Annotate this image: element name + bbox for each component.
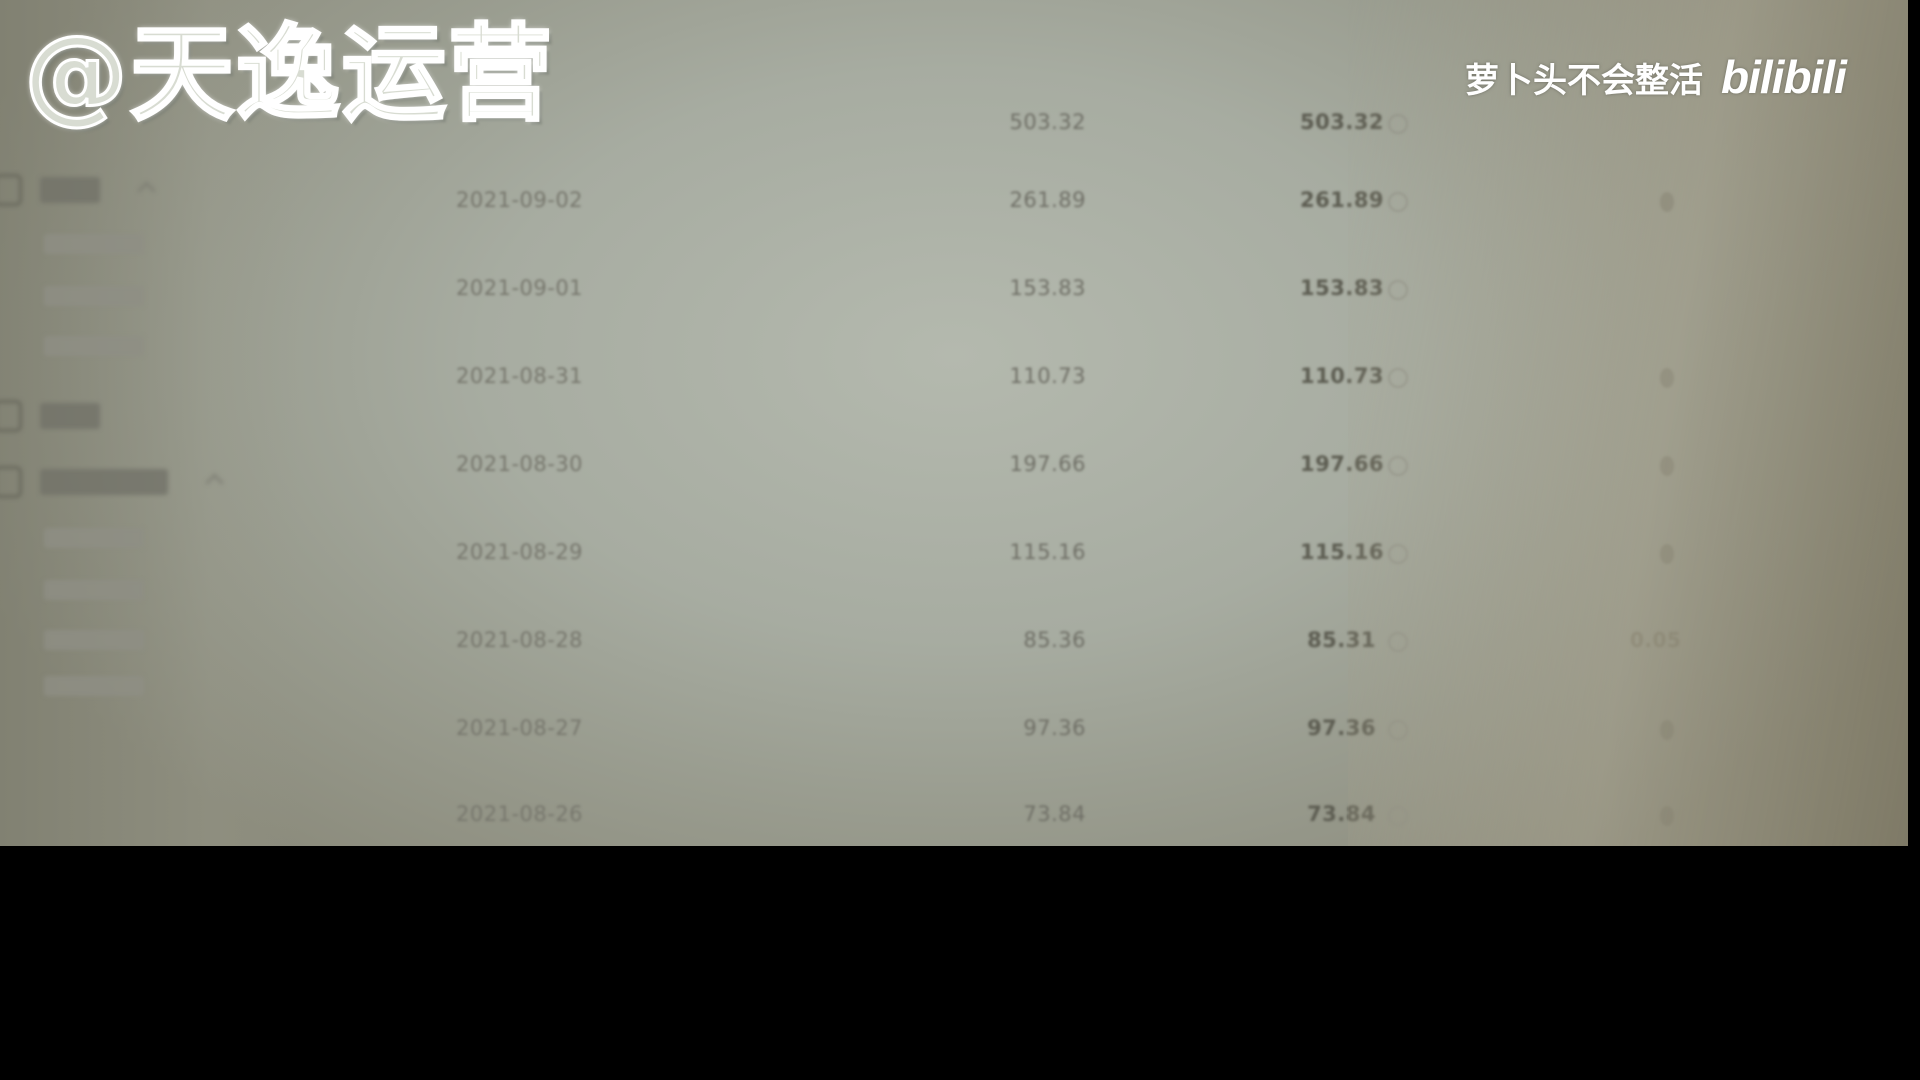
- info-icon[interactable]: [1388, 544, 1408, 564]
- row-date: 2021-08-31: [456, 364, 584, 388]
- table-row: 2021-08-28 85.36 85.31 0.05: [0, 628, 1908, 668]
- row-amount: 85.36: [1023, 628, 1086, 652]
- tab-3[interactable]: [734, 6, 844, 30]
- marker-icon: [1660, 192, 1674, 212]
- info-icon[interactable]: [1388, 632, 1408, 652]
- info-icon[interactable]: [1388, 192, 1408, 212]
- row-amount: 197.66: [1009, 452, 1086, 476]
- table-row: 2021-08-27 97.36 97.36: [0, 716, 1908, 756]
- sidebar-item[interactable]: [44, 580, 144, 600]
- row-amount: 115.16: [1009, 540, 1086, 564]
- row-date: 2021-08-26: [456, 802, 584, 826]
- row-amount: 73.84: [1023, 802, 1086, 826]
- bilibili-logo: bilibili: [1721, 51, 1847, 103]
- table-row: 2021-08-26 73.84 73.84: [0, 802, 1908, 842]
- marker-icon: [1660, 368, 1674, 388]
- channel-watermark: @天逸运营: [22, 13, 555, 135]
- row-date: 2021-09-01: [456, 276, 584, 300]
- row-settled: 153.83: [1300, 276, 1385, 300]
- uploader-name: 萝卜头不会整活: [1465, 60, 1703, 101]
- sidebar-item[interactable]: [44, 336, 144, 356]
- row-settled: 197.66: [1300, 452, 1385, 476]
- row-date: 2021-08-30: [456, 452, 584, 476]
- info-icon[interactable]: [1388, 806, 1408, 826]
- info-icon[interactable]: [1388, 456, 1408, 476]
- row-amount: 503.32: [1009, 110, 1086, 134]
- row-settled: 503.32: [1300, 110, 1385, 134]
- table-row: 2021-09-01 153.83 153.83: [0, 276, 1908, 316]
- row-settled: 261.89: [1300, 188, 1385, 212]
- sidebar-item[interactable]: [44, 234, 144, 254]
- row-date: 2021-08-27: [456, 716, 584, 740]
- row-date: 2021-09-02: [456, 188, 584, 212]
- sidebar-group-2[interactable]: [0, 400, 100, 432]
- table-row: 2021-08-30 197.66 197.66: [0, 452, 1908, 492]
- row-date: 2021-08-29: [456, 540, 584, 564]
- row-extra: 0.05: [1630, 628, 1682, 652]
- marker-icon: [1660, 544, 1674, 564]
- group-icon: [0, 400, 22, 432]
- row-amount: 261.89: [1009, 188, 1086, 212]
- row-amount: 153.83: [1009, 276, 1086, 300]
- info-icon[interactable]: [1388, 720, 1408, 740]
- row-settled: 85.31: [1307, 628, 1376, 652]
- row-settled: 97.36: [1307, 716, 1376, 740]
- info-icon[interactable]: [1388, 114, 1408, 134]
- row-amount: 110.73: [1009, 364, 1086, 388]
- row-amount: 97.36: [1023, 716, 1086, 740]
- row-settled: 110.73: [1300, 364, 1385, 388]
- table-row: 2021-09-02 261.89 261.89: [0, 188, 1908, 228]
- sidebar-item[interactable]: [44, 676, 144, 696]
- table-row: 2021-08-31 110.73 110.73: [0, 364, 1908, 404]
- letterbox-bar: [0, 846, 1920, 1080]
- sidebar-group-label: [40, 403, 100, 429]
- table-row: 2021-08-29 115.16 115.16: [0, 540, 1908, 580]
- info-icon[interactable]: [1388, 280, 1408, 300]
- video-frame: 503.32 503.32 2021-09-02 261.89 261.89 2…: [0, 0, 1920, 1080]
- marker-icon: [1660, 720, 1674, 740]
- row-settled: 115.16: [1300, 540, 1385, 564]
- info-icon[interactable]: [1388, 368, 1408, 388]
- row-date: 2021-08-28: [456, 628, 584, 652]
- row-settled: 73.84: [1307, 802, 1376, 826]
- photographed-screen: 503.32 503.32 2021-09-02 261.89 261.89 2…: [0, 0, 1908, 846]
- bilibili-corner-mark: 萝卜头不会整活 bilibili: [1465, 50, 1847, 104]
- tab-2[interactable]: [572, 6, 682, 30]
- marker-icon: [1660, 456, 1674, 476]
- marker-icon: [1660, 806, 1674, 826]
